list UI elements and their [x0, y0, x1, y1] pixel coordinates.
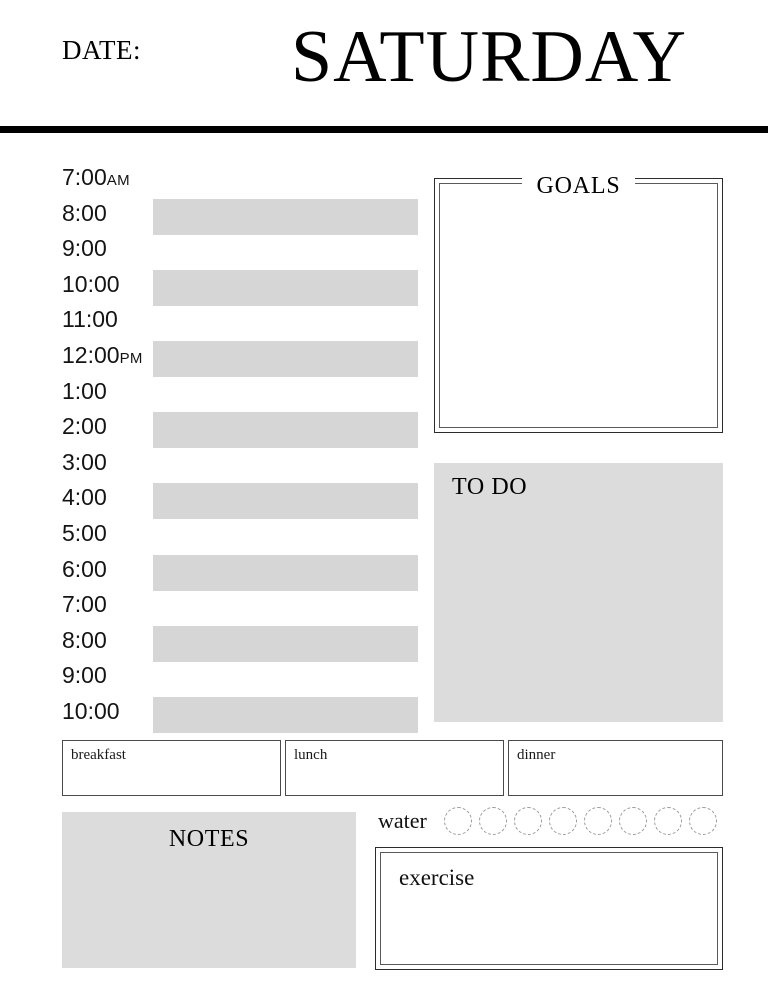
schedule-slot[interactable]: 5:00 — [0, 516, 425, 552]
schedule-slot-time: 7:00 — [62, 591, 107, 618]
schedule-slot-time: 8:00 — [62, 199, 107, 226]
schedule-slot[interactable]: 7:00AM — [0, 160, 425, 196]
water-circle[interactable] — [654, 807, 682, 835]
schedule-slot[interactable]: 9:00 — [0, 231, 425, 267]
schedule-slot[interactable]: 7:00 — [0, 587, 425, 623]
header-divider — [0, 126, 768, 133]
schedule-slot[interactable]: 6:00 — [0, 552, 425, 591]
schedule-slot-entry-field[interactable] — [153, 625, 418, 662]
schedule-slot-ampm: PM — [119, 349, 143, 367]
meal-box-breakfast[interactable]: breakfast — [62, 740, 281, 796]
schedule-slot[interactable]: 4:00 — [0, 480, 425, 520]
water-circle[interactable] — [514, 807, 542, 835]
meal-box-dinner[interactable]: dinner — [508, 740, 723, 796]
schedule-slot-ampm: AM — [106, 172, 130, 189]
schedule-slot-time: 3:00 — [62, 448, 107, 475]
meal-label: dinner — [517, 747, 556, 763]
page-header: DATE: SATURDAY — [0, 0, 768, 122]
schedule-slot[interactable]: 12:00PM — [0, 338, 425, 377]
exercise-box[interactable]: exercise — [375, 847, 723, 970]
schedule-slot[interactable]: 11:00 — [0, 302, 425, 338]
water-circle[interactable] — [444, 807, 472, 835]
schedule-slot[interactable]: 2:00 — [0, 409, 425, 449]
water-circle[interactable] — [479, 807, 507, 835]
notes-box[interactable]: NOTES — [62, 812, 356, 968]
schedule-slot[interactable]: 8:00 — [0, 623, 425, 662]
meal-box-lunch[interactable]: lunch — [285, 740, 504, 796]
schedule-slot-time: 7:00AM — [62, 164, 130, 190]
notes-title: NOTES — [168, 826, 250, 852]
schedule-slot-time: 11:00 — [62, 306, 118, 333]
schedule-slot[interactable]: 9:00 — [0, 658, 425, 694]
schedule-slot-time: 2:00 — [62, 413, 107, 440]
date-label: DATE: — [62, 35, 141, 65]
meals-row: breakfast lunch dinner — [62, 740, 723, 796]
page-title: SATURDAY — [291, 16, 687, 98]
water-circle[interactable] — [619, 807, 647, 835]
exercise-label: exercise — [399, 865, 475, 890]
schedule-slot-time: 4:00 — [62, 484, 107, 511]
schedule-slot[interactable]: 10:00 — [0, 267, 425, 306]
schedule-slot[interactable]: 8:00 — [0, 196, 425, 235]
water-circle[interactable] — [584, 807, 612, 835]
schedule-slot-entry-field[interactable] — [153, 483, 418, 520]
schedule-slot-time: 6:00 — [62, 555, 107, 582]
schedule-slot-time: 10:00 — [62, 697, 120, 724]
schedule-slot-time: 5:00 — [62, 519, 107, 546]
water-circle[interactable] — [549, 807, 577, 835]
water-circles — [444, 806, 723, 838]
schedule-slot-entry-field[interactable] — [153, 340, 418, 377]
schedule-slot-time: 9:00 — [62, 662, 107, 689]
water-circle[interactable] — [689, 807, 717, 835]
schedule-slot-time: 12:00PM — [62, 341, 143, 368]
goals-title-text: GOALS — [522, 173, 635, 199]
exercise-writing-area[interactable]: exercise — [380, 852, 718, 965]
todo-box[interactable]: TO DO — [434, 463, 723, 722]
schedule-slot-entry-field[interactable] — [153, 198, 418, 235]
schedule-slot-time: 9:00 — [62, 235, 107, 262]
schedule-slot[interactable]: 3:00 — [0, 445, 425, 481]
water-label: water — [378, 808, 427, 833]
goals-box[interactable] — [434, 178, 723, 433]
schedule-slot[interactable]: 1:00 — [0, 374, 425, 410]
meal-label: lunch — [294, 747, 328, 763]
schedule-slot-time: 1:00 — [62, 377, 107, 404]
schedule-column: 7:00AM 8:00 9:00 10:00 11:00 12:00PM 1:00 2:00 3… — [0, 160, 425, 733]
schedule-slot[interactable]: 10:00 — [0, 694, 425, 733]
water-tracker: water — [378, 806, 723, 838]
goals-title: GOALS — [434, 172, 723, 200]
goals-writing-area[interactable] — [439, 183, 718, 428]
schedule-slot-time: 10:00 — [62, 270, 120, 297]
schedule-slot-entry-field[interactable] — [153, 412, 418, 449]
schedule-slot-entry-field[interactable] — [153, 269, 418, 306]
schedule-slot-entry-field[interactable] — [153, 696, 418, 733]
schedule-slot-time: 8:00 — [62, 626, 107, 653]
meal-label: breakfast — [71, 747, 126, 763]
schedule-slot-entry-field[interactable] — [153, 554, 418, 591]
todo-title: TO DO — [452, 474, 528, 500]
